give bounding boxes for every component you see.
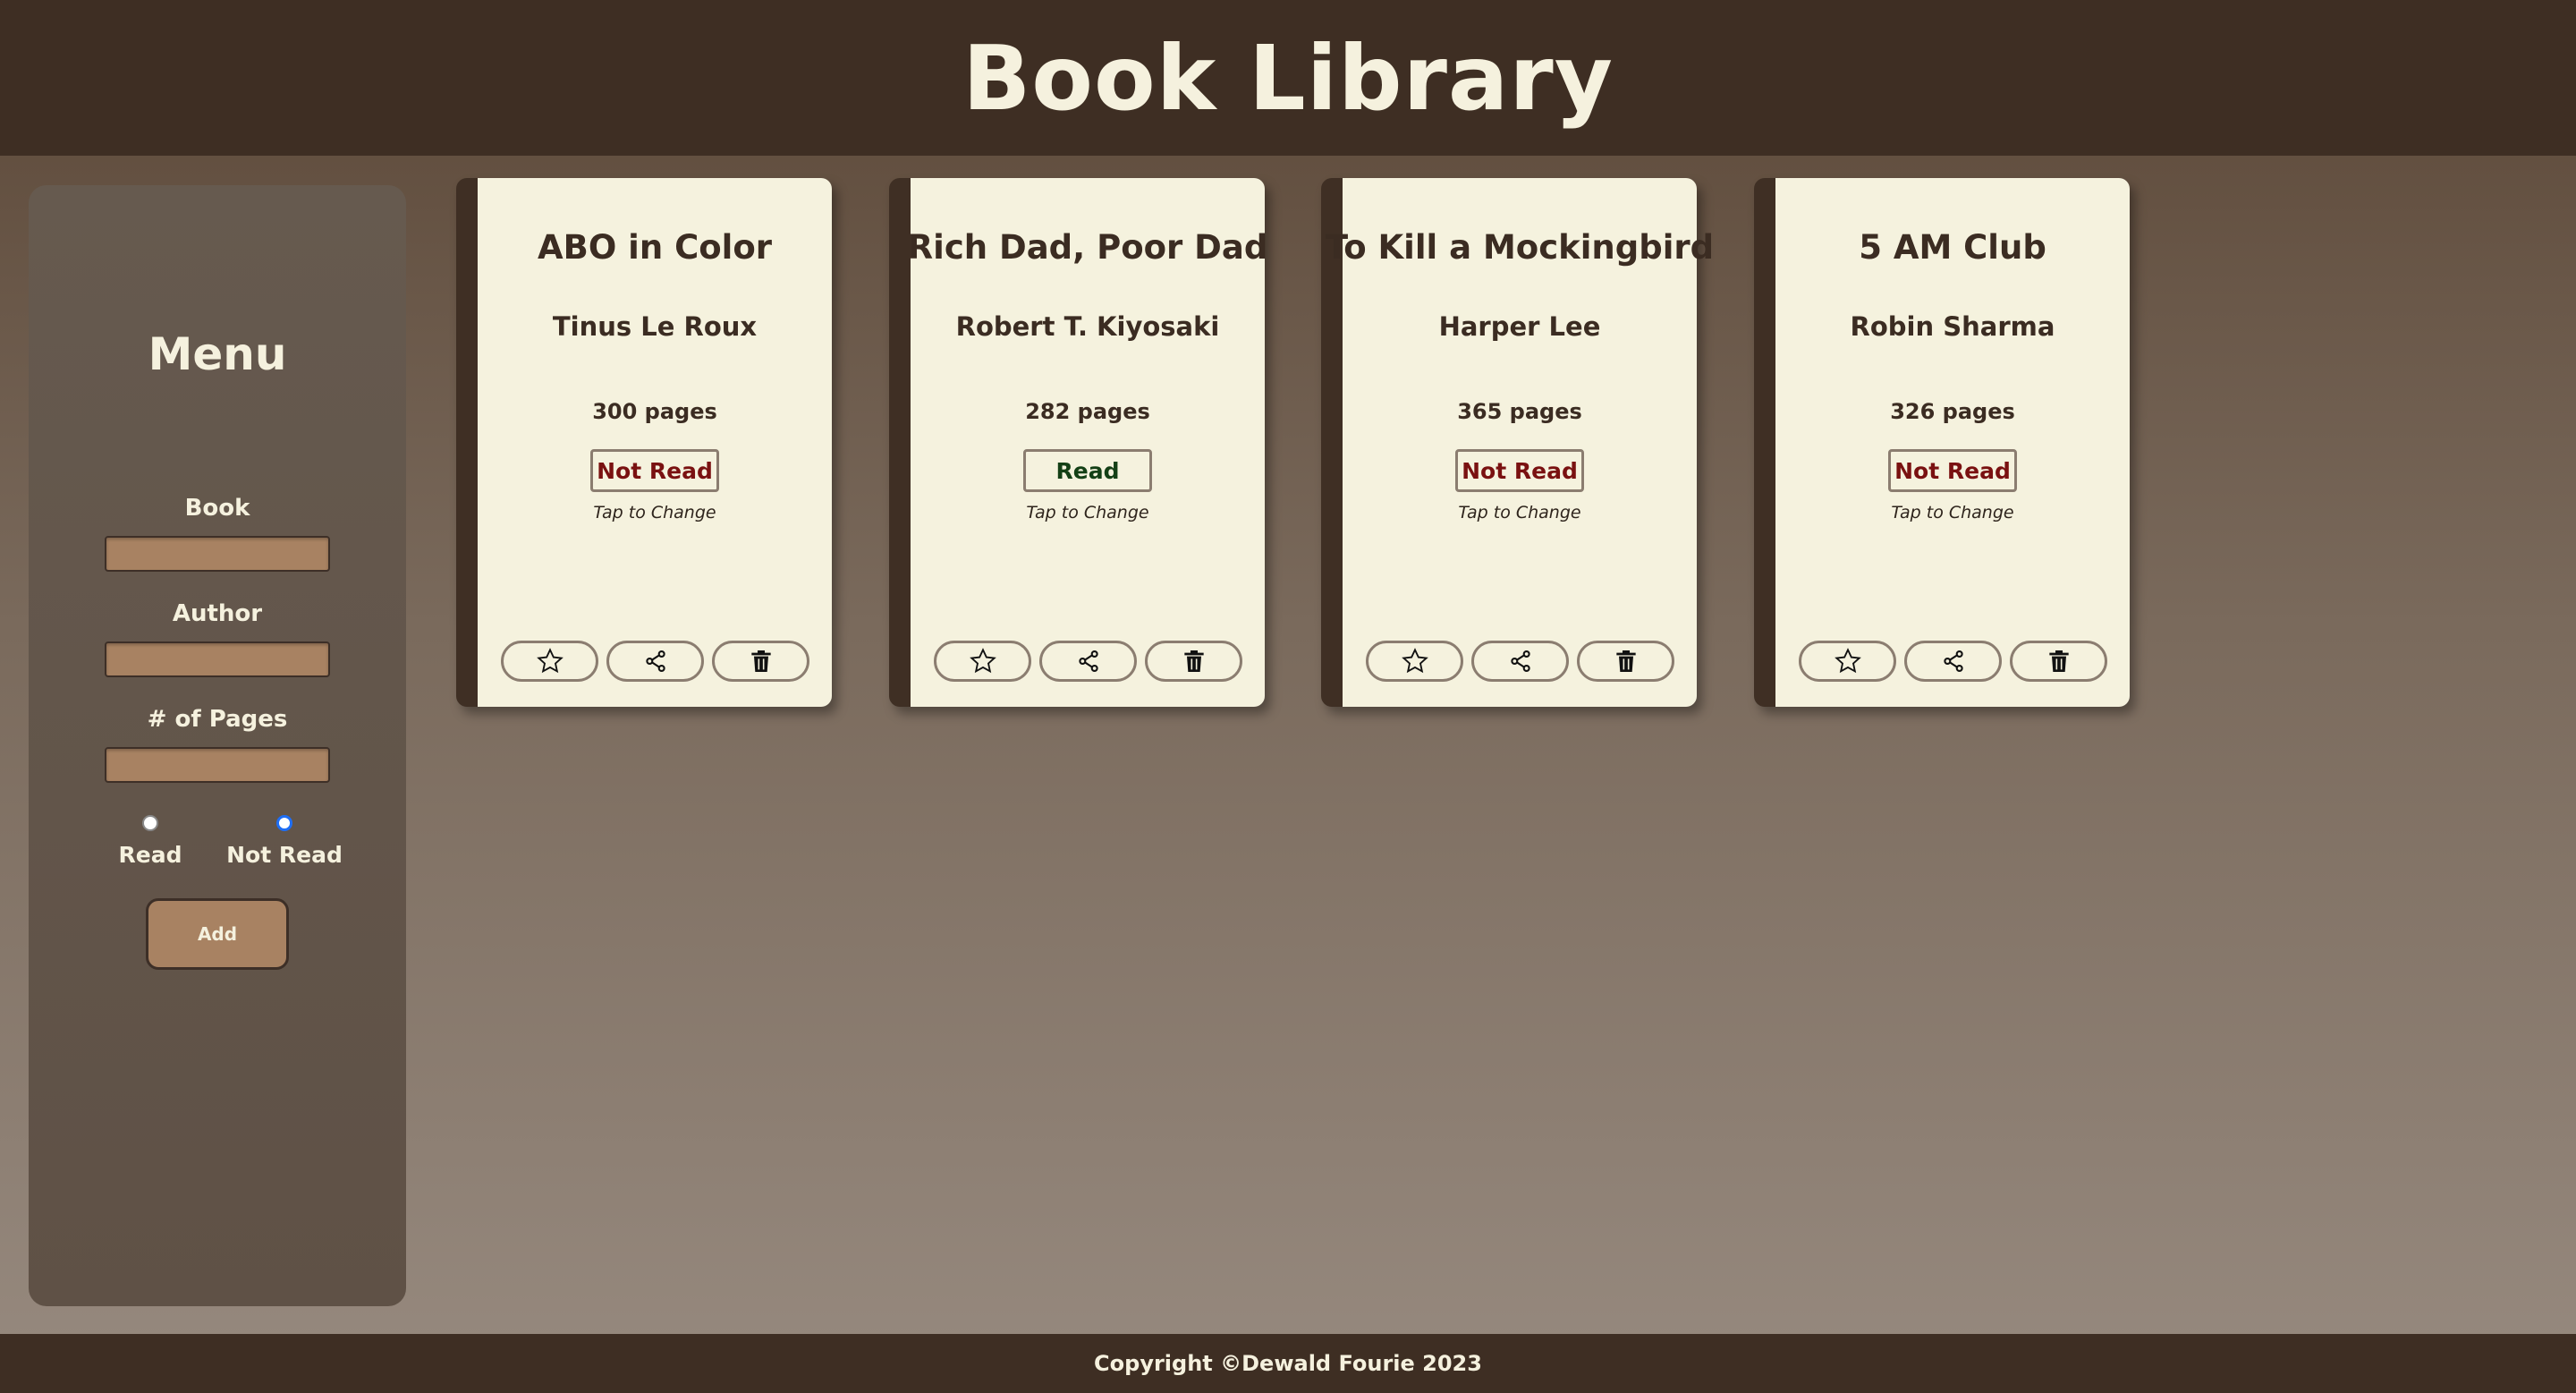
copyright-text: Copyright ©Dewald Fourie 2023 bbox=[1094, 1351, 1482, 1376]
book-author: Robin Sharma bbox=[1850, 311, 2055, 342]
book-card: 5 AM Club Robin Sharma 326 pages Not Rea… bbox=[1754, 178, 2130, 707]
card-actions bbox=[1799, 641, 2107, 682]
book-title: Rich Dad, Poor Dad bbox=[907, 228, 1268, 267]
read-status-radio-group: Read Not Read bbox=[83, 815, 352, 868]
book-input[interactable] bbox=[105, 536, 330, 572]
radio-not-read-option[interactable]: Not Read bbox=[217, 815, 352, 868]
share-icon bbox=[645, 650, 665, 673]
tap-to-change-hint: Tap to Change bbox=[1458, 503, 1581, 522]
card-actions bbox=[1366, 641, 1674, 682]
book-author: Tinus Le Roux bbox=[552, 311, 758, 342]
footer: Copyright ©Dewald Fourie 2023 bbox=[0, 1334, 2576, 1393]
card-actions bbox=[501, 641, 809, 682]
book-card: Rich Dad, Poor Dad Robert T. Kiyosaki 28… bbox=[889, 178, 1268, 707]
book-label: Book bbox=[184, 495, 250, 522]
book-pages: 365 pages bbox=[1457, 399, 1582, 424]
author-label: Author bbox=[172, 600, 263, 627]
tap-to-change-hint: Tap to Change bbox=[1026, 503, 1149, 522]
share-icon bbox=[1943, 650, 1963, 673]
tap-to-change-hint: Tap to Change bbox=[593, 503, 716, 522]
book-author: Harper Lee bbox=[1438, 311, 1601, 342]
trash-icon bbox=[750, 650, 771, 672]
favorite-button[interactable] bbox=[1366, 641, 1463, 682]
delete-button[interactable] bbox=[712, 641, 809, 682]
star-icon bbox=[536, 648, 564, 674]
book-card: To Kill a Mockingbird Harper Lee 365 pag… bbox=[1321, 178, 1714, 707]
share-icon bbox=[1510, 650, 1530, 673]
menu-title: Menu bbox=[148, 328, 287, 380]
add-button[interactable]: Add bbox=[146, 898, 289, 970]
pages-label: # of Pages bbox=[147, 706, 288, 733]
star-icon bbox=[969, 648, 996, 674]
radio-not-read-label: Not Read bbox=[226, 842, 343, 868]
radio-read-option[interactable]: Read bbox=[83, 815, 217, 868]
share-button[interactable] bbox=[1039, 641, 1137, 682]
header: Book Library bbox=[0, 0, 2576, 156]
favorite-button[interactable] bbox=[1799, 641, 1896, 682]
delete-button[interactable] bbox=[1145, 641, 1242, 682]
favorite-button[interactable] bbox=[501, 641, 598, 682]
author-input[interactable] bbox=[105, 641, 330, 677]
book-pages: 300 pages bbox=[592, 399, 717, 424]
book-title: 5 AM Club bbox=[1859, 228, 2046, 267]
radio-read-label: Read bbox=[118, 842, 182, 868]
page-title: Book Library bbox=[962, 25, 1614, 131]
share-icon bbox=[1078, 650, 1098, 673]
star-icon bbox=[1834, 648, 1861, 674]
radio-not-read[interactable] bbox=[276, 815, 292, 831]
share-button[interactable] bbox=[1471, 641, 1569, 682]
delete-button[interactable] bbox=[1577, 641, 1674, 682]
book-card: ABO in Color Tinus Le Roux 300 pages Not… bbox=[456, 178, 832, 707]
read-status-button[interactable]: Not Read bbox=[590, 449, 719, 492]
star-icon bbox=[1401, 648, 1428, 674]
share-button[interactable] bbox=[1904, 641, 2002, 682]
book-author: Robert T. Kiyosaki bbox=[955, 311, 1220, 342]
tap-to-change-hint: Tap to Change bbox=[1891, 503, 2014, 522]
menu-panel: Menu Book Author # of Pages Read Not Rea… bbox=[29, 185, 406, 1306]
read-status-button[interactable]: Read bbox=[1023, 449, 1152, 492]
book-title: ABO in Color bbox=[538, 228, 772, 267]
trash-icon bbox=[1615, 650, 1636, 672]
book-pages: 282 pages bbox=[1025, 399, 1150, 424]
book-pages: 326 pages bbox=[1890, 399, 2015, 424]
delete-button[interactable] bbox=[2010, 641, 2107, 682]
trash-icon bbox=[1183, 650, 1204, 672]
read-status-button[interactable]: Not Read bbox=[1455, 449, 1584, 492]
share-button[interactable] bbox=[606, 641, 704, 682]
favorite-button[interactable] bbox=[934, 641, 1031, 682]
trash-icon bbox=[2048, 650, 2069, 672]
read-status-button[interactable]: Not Read bbox=[1888, 449, 2017, 492]
card-actions bbox=[934, 641, 1242, 682]
radio-read[interactable] bbox=[142, 815, 158, 831]
book-title: To Kill a Mockingbird bbox=[1325, 228, 1715, 267]
pages-input[interactable] bbox=[105, 747, 330, 783]
